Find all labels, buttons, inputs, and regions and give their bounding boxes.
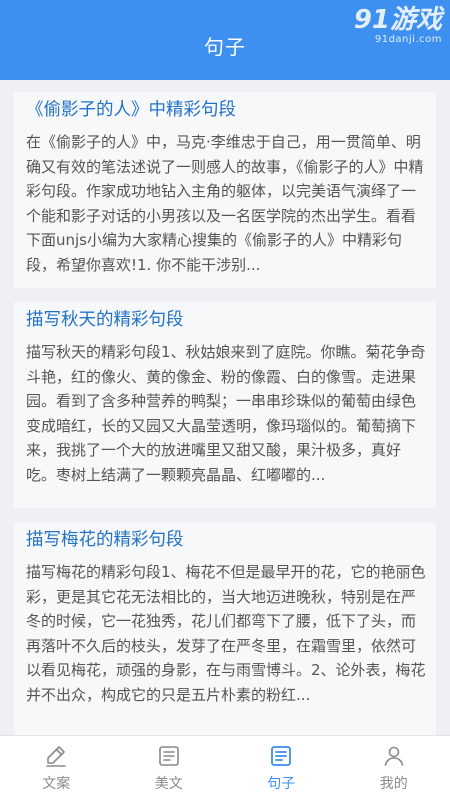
document-icon [157,744,181,768]
watermark-logo: 91游戏 91danji.com [354,6,442,46]
article-snippet: 描写秋天的精彩句段1、秋姑娘来到了庭院。你瞧。菊花争奇斗艳，红的像火、黄的像金、… [26,340,426,487]
app-header: 句子 91游戏 91danji.com [0,0,450,80]
article-title[interactable]: 描写梅花的精彩句段 [26,529,426,551]
article-list: 《偷影子的人》中精彩句段 在《偷影子的人》中，马克·李维忠于自己，用一贯简单、明… [0,80,450,735]
article-snippet: 在《偷影子的人》中，马克·李维忠于自己，用一贯简单、明确又有效的笔法述说了一则感… [26,130,426,277]
bottom-tab-bar: 文案 美文 句子 我的 [0,735,450,801]
article-title[interactable]: 《偷影子的人》中精彩句段 [26,99,426,121]
logo-domain: 91danji.com [354,34,442,46]
tab-label: 文案 [42,773,70,793]
article-snippet: 描写梅花的精彩句段1、梅花不但是最早开的花，它的艳丽色彩，更是其它花无法相比的，… [26,560,426,707]
tab-meiwen[interactable]: 美文 [113,736,226,801]
tab-label: 我的 [380,773,408,793]
article-card[interactable]: 《偷影子的人》中精彩句段 在《偷影子的人》中，马克·李维忠于自己，用一贯简单、明… [14,92,436,288]
document-icon [269,744,293,768]
tab-juzi[interactable]: 句子 [225,736,338,801]
article-card[interactable]: 描写秋天的精彩句段 描写秋天的精彩句段1、秋姑娘来到了庭院。你瞧。菊花争奇斗艳，… [14,302,436,508]
page-title: 句子 [204,21,246,60]
logo-mark: 91游戏 [354,6,442,34]
tab-wode[interactable]: 我的 [338,736,450,801]
user-icon [382,744,406,768]
tab-label: 美文 [155,773,183,793]
tab-label: 句子 [267,773,295,793]
article-title[interactable]: 描写秋天的精彩句段 [26,309,426,331]
tab-wenan[interactable]: 文案 [0,736,113,801]
pen-icon [44,744,68,768]
article-card[interactable]: 描写梅花的精彩句段 描写梅花的精彩句段1、梅花不但是最早开的花，它的艳丽色彩，更… [14,522,436,735]
